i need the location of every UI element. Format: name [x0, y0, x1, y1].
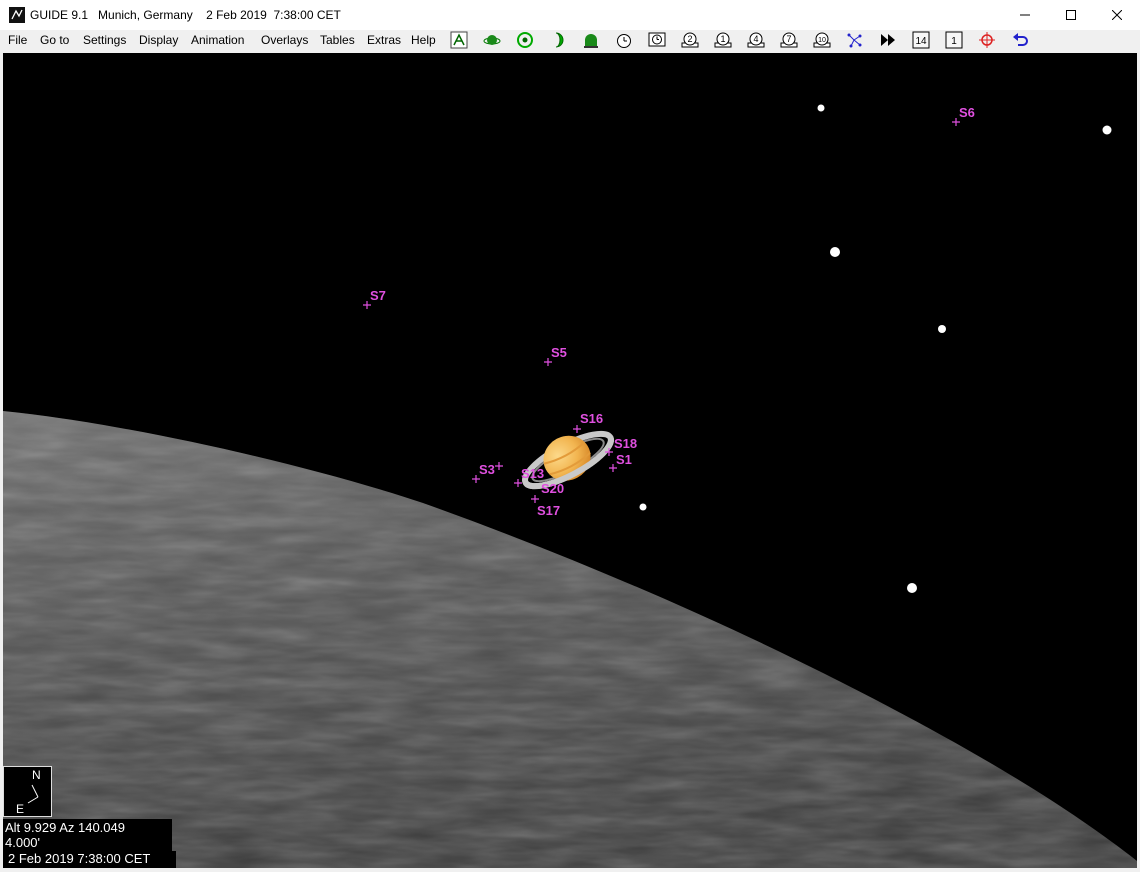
clock-icon: [617, 34, 631, 48]
zoom-10-icon: 10: [813, 32, 831, 48]
moon-label-s20[interactable]: S20: [541, 481, 564, 496]
maximize-icon: [1066, 10, 1076, 20]
svg-text:2: 2: [687, 34, 692, 44]
moon-label-s6[interactable]: S6: [959, 105, 975, 120]
svg-text:7: 7: [786, 34, 791, 44]
svg-text:1: 1: [720, 34, 725, 44]
zoom-1-icon: 1: [714, 32, 732, 48]
altaz-readout: Alt 9.929 Az 140.049: [5, 820, 125, 835]
target-icon: [517, 32, 533, 48]
zoom-7-button[interactable]: 7: [779, 30, 799, 50]
compass-icon: N E: [16, 768, 41, 816]
svg-text:14: 14: [915, 36, 927, 47]
zoom-10-button[interactable]: 10: [812, 30, 832, 50]
compass-north: N: [32, 768, 41, 782]
svg-text:1: 1: [951, 36, 957, 47]
fast-forward-icon: [881, 34, 895, 46]
screen-clock-button[interactable]: [647, 30, 667, 50]
constellation-button[interactable]: [845, 30, 865, 50]
moon-label-s1[interactable]: S1: [616, 452, 632, 467]
moon-marker-s3b: [495, 462, 503, 470]
status-date: 2 Feb 2019 7:38:00 CET: [3, 851, 176, 868]
moon-phase-icon: [555, 32, 564, 48]
moon-label-s17[interactable]: S17: [537, 503, 560, 518]
crosshair-button[interactable]: [977, 30, 997, 50]
moon-label-s3[interactable]: S3: [479, 462, 495, 477]
minimize-button[interactable]: [1002, 0, 1048, 30]
moon-label-s7[interactable]: S7: [370, 288, 386, 303]
observatory-button[interactable]: [581, 30, 601, 50]
level-1-button[interactable]: 1: [944, 30, 964, 50]
menu-help[interactable]: Help: [411, 33, 436, 47]
moon-phase-button[interactable]: [548, 30, 568, 50]
star: [817, 104, 825, 112]
chart-icon: [450, 31, 468, 49]
compass-east: E: [16, 802, 24, 816]
moon-label-s16[interactable]: S16: [580, 411, 603, 426]
menu-go-to[interactable]: Go to: [40, 33, 69, 47]
window-title: GUIDE 9.1 Munich, Germany 2 Feb 2019 7:3…: [30, 8, 341, 22]
level-14-button[interactable]: 14: [911, 30, 931, 50]
zoom-2-icon: 2: [681, 32, 699, 48]
planet-icon: [483, 35, 501, 45]
svg-text:10: 10: [818, 37, 826, 44]
close-button[interactable]: [1094, 0, 1140, 30]
menu-extras[interactable]: Extras: [367, 33, 401, 47]
star: [830, 247, 840, 257]
undo-icon: [1013, 33, 1028, 46]
close-icon: [1112, 10, 1122, 20]
screen-clock-icon: [648, 32, 666, 47]
menu-overlays[interactable]: Overlays: [261, 33, 308, 47]
zoom-1-button[interactable]: 1: [713, 30, 733, 50]
target-button[interactable]: [515, 30, 535, 50]
menu-bar: File Go to Settings Display Animation Ov…: [0, 30, 1140, 52]
moon-markers: [363, 118, 960, 503]
compass-rose: N E: [3, 766, 52, 817]
level-1-icon: 1: [945, 31, 963, 49]
menu-file[interactable]: File: [8, 33, 27, 47]
maximize-button[interactable]: [1048, 0, 1094, 30]
moon-marker-s16: [573, 425, 581, 433]
svg-text:4: 4: [753, 34, 758, 44]
minimize-icon: [1020, 14, 1030, 16]
zoom-4-icon: 4: [747, 32, 765, 48]
moon-label-s13[interactable]: S13: [521, 466, 544, 481]
star: [907, 583, 917, 593]
status-panel: Alt 9.929 Az 140.049 4.000': [3, 819, 172, 851]
moon-label-s18[interactable]: S18: [614, 436, 637, 451]
menu-animation[interactable]: Animation: [191, 33, 244, 47]
menu-display[interactable]: Display: [139, 33, 178, 47]
zoom-7-icon: 7: [780, 32, 798, 48]
clock-button[interactable]: [614, 30, 634, 50]
level-14-icon: 14: [912, 31, 930, 49]
observatory-icon: [584, 34, 598, 48]
menu-tables[interactable]: Tables: [320, 33, 355, 47]
star: [639, 503, 647, 511]
star: [938, 325, 946, 333]
fast-forward-button[interactable]: [878, 30, 898, 50]
zoom-2-button[interactable]: 2: [680, 30, 700, 50]
chart-button[interactable]: [449, 30, 469, 50]
menu-settings[interactable]: Settings: [83, 33, 126, 47]
zoom-4-button[interactable]: 4: [746, 30, 766, 50]
title-bar: GUIDE 9.1 Munich, Germany 2 Feb 2019 7:3…: [0, 0, 1140, 30]
star: [1102, 125, 1112, 135]
moon-label-s5[interactable]: S5: [551, 345, 567, 360]
saturn-planet[interactable]: [514, 416, 619, 500]
field-of-view-readout: 4.000': [5, 835, 41, 850]
moon-marker-s17: [531, 495, 539, 503]
planet-button[interactable]: [482, 30, 502, 50]
constellation-icon: [847, 33, 862, 48]
sky-canvas: S6 S7 S5 S16 S18 S1 S3 S13 S17 S20: [3, 104, 1137, 868]
guide-app-icon: [9, 7, 25, 23]
undo-button[interactable]: [1010, 30, 1030, 50]
sky-chart[interactable]: S6 S7 S5 S16 S18 S1 S3 S13 S17 S20: [3, 53, 1137, 868]
crosshair-icon: [979, 32, 995, 48]
